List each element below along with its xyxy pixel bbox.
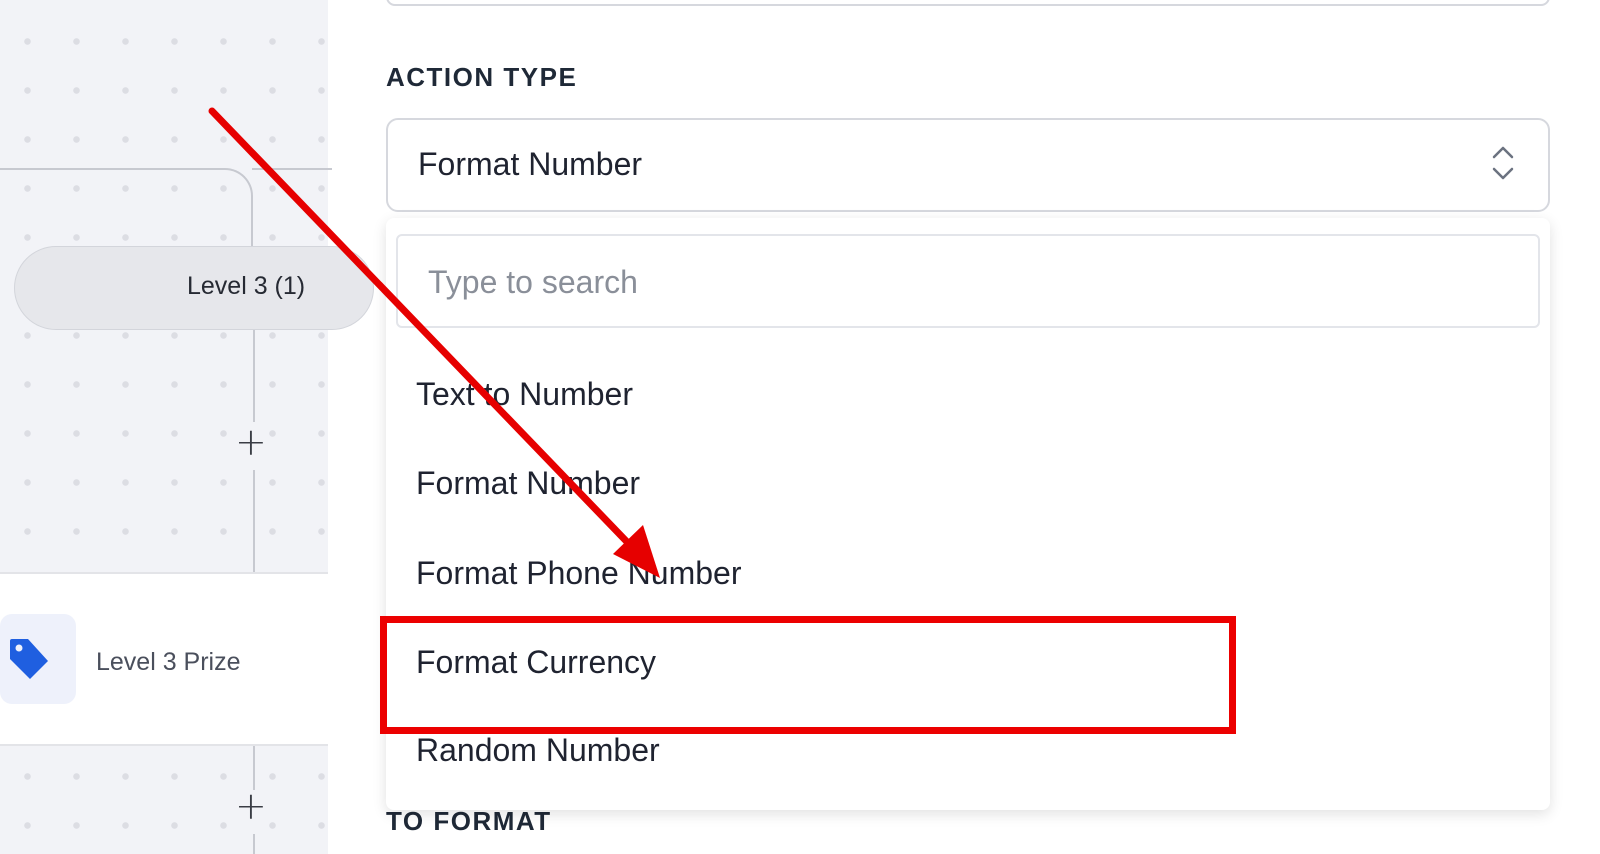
option-format-phone-number[interactable]: Format Phone Number — [386, 533, 1550, 621]
dropdown-search-input[interactable] — [426, 258, 1430, 306]
option-label: Text to Number — [416, 376, 633, 412]
add-step-button[interactable]: + — [235, 787, 267, 825]
option-format-number[interactable]: Format Number — [386, 443, 1550, 531]
option-label: Random Number — [416, 732, 660, 768]
option-label: Format Phone Number — [416, 555, 742, 591]
action-type-selected-value: Format Number — [418, 146, 643, 182]
branch-connector-extension — [252, 168, 332, 170]
option-text-to-number[interactable]: Text to Number — [386, 354, 1550, 442]
option-label: Format Number — [416, 465, 641, 501]
card-border — [0, 572, 328, 574]
highlight-box — [380, 616, 1236, 734]
action-type-label: ACTION TYPE — [386, 62, 578, 92]
previous-field[interactable] — [386, 0, 1550, 6]
level-branch-label: Level 3 (1) — [187, 272, 306, 300]
connector-line — [253, 330, 255, 422]
connector-line — [253, 470, 255, 572]
to-format-label: TO FORMAT — [386, 806, 552, 836]
chevron-updown-icon — [1492, 146, 1514, 180]
connector-line — [253, 834, 255, 854]
tag-icon — [10, 639, 48, 679]
prize-action-label: Level 3 Prize — [96, 648, 241, 676]
card-border — [0, 744, 328, 746]
add-step-button[interactable]: + — [235, 423, 267, 461]
